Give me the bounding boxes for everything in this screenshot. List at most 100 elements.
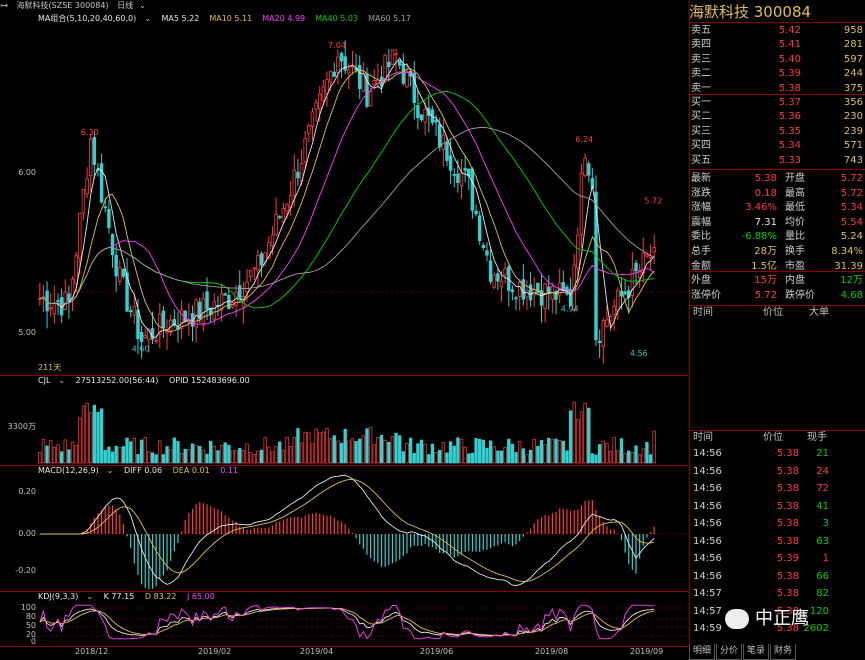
volume-bar <box>430 443 435 464</box>
kdj-chart[interactable] <box>0 591 688 646</box>
volume-bar <box>612 437 616 464</box>
macd-panel[interactable]: MACD(12,26,9) ⌄ DIFF 0.06 DEA 0.01 0.11 0… <box>0 465 688 592</box>
tab-price[interactable]: 分价 <box>716 644 743 660</box>
volume-bar <box>161 454 166 464</box>
volume-bar <box>368 427 373 464</box>
tick-row[interactable]: 14:56 5.38 41 <box>689 498 865 515</box>
candle <box>85 167 89 198</box>
k-line <box>39 607 655 637</box>
tick-row[interactable]: 14:56 5.38 21 <box>689 445 865 462</box>
candle <box>514 295 518 311</box>
volume-bar <box>347 440 351 464</box>
tick-time: 14:59 <box>693 623 722 634</box>
volume-bar <box>103 450 107 464</box>
volume-bar <box>510 443 515 464</box>
volume-bar <box>456 437 460 464</box>
candle <box>485 242 489 262</box>
tick-row[interactable]: 14:56 5.39 1 <box>689 550 865 567</box>
volume-bar <box>492 446 496 464</box>
volume-bar <box>110 451 115 464</box>
volume-bar <box>259 449 264 464</box>
x-tick: 2019/02 <box>198 647 232 656</box>
kdj-panel[interactable]: KDJ(9,3,3) ⌄ K 77.15 D 83.22 J 65.00 100 … <box>0 591 688 647</box>
volume-bar <box>278 441 282 464</box>
candle <box>634 259 638 285</box>
quote-label: 跌停价 <box>785 289 815 301</box>
candle <box>394 48 398 73</box>
volume-bar <box>619 438 624 464</box>
bid-level: 买五 <box>691 154 711 166</box>
volume-bar <box>176 441 180 464</box>
candle <box>503 261 507 284</box>
x-tick: 2019/06 <box>420 647 454 656</box>
volume-bar <box>219 444 224 464</box>
volume-bar <box>405 443 409 464</box>
tick-row[interactable]: 14:56 5.38 72 <box>689 480 865 497</box>
candle <box>336 49 340 85</box>
volume-bar <box>248 452 253 464</box>
volume-bar <box>528 449 533 464</box>
dea-line <box>39 479 655 582</box>
candle <box>652 234 656 265</box>
volume-bar <box>263 437 267 464</box>
tick-row[interactable]: 14:56 5.38 3 <box>689 515 865 532</box>
candle <box>397 60 402 70</box>
volume-bar <box>583 402 587 464</box>
volume-bar <box>423 443 427 464</box>
volume-bar <box>169 449 173 464</box>
tab-record[interactable]: 笔录 <box>743 644 770 660</box>
volume-bar <box>252 454 256 464</box>
candle <box>470 167 475 219</box>
candle <box>45 281 49 329</box>
volume-bar <box>365 428 369 464</box>
volume-bar <box>336 440 340 464</box>
tick-row[interactable]: 14:57 5.38 82 <box>689 585 865 602</box>
candle <box>648 244 653 270</box>
volume-panel[interactable]: CJL ⌄ 27513252.00(56:44) OPID 152483696.0… <box>0 375 688 466</box>
candle <box>496 268 500 290</box>
volume-bars[interactable] <box>0 375 688 465</box>
tick-volume: 66 <box>816 570 829 582</box>
bid-price: 5.33 <box>778 154 801 166</box>
volume-bar <box>150 452 155 464</box>
period-selector[interactable]: 日线 ⌄ <box>117 1 152 10</box>
tick-volume: 82 <box>816 588 829 599</box>
bigorder-col-price: 价位 <box>763 307 783 318</box>
candle <box>597 329 602 359</box>
tab-finance[interactable]: 财务 <box>770 644 797 660</box>
candle <box>488 248 493 285</box>
volume-bar <box>187 449 191 464</box>
candle <box>205 277 209 320</box>
candle <box>143 328 147 339</box>
tick-col-time: 时间 <box>693 432 713 443</box>
tab-detail[interactable]: 明细 <box>689 644 716 660</box>
macd-chart[interactable] <box>0 465 688 591</box>
volume-bar <box>616 450 620 464</box>
volume-bar <box>318 432 322 464</box>
candle <box>412 61 416 120</box>
chain-icon[interactable]: ⊶ <box>0 1 8 10</box>
tick-row[interactable]: 14:56 5.38 24 <box>689 463 865 480</box>
tick-row[interactable]: 14:56 5.38 66 <box>689 568 865 585</box>
candle <box>238 270 242 303</box>
tick-row[interactable]: 14:56 5.38 63 <box>689 533 865 550</box>
volume-bar <box>594 454 598 464</box>
volume-bar <box>394 432 398 464</box>
candle <box>234 284 238 318</box>
candle <box>223 292 227 296</box>
candle <box>252 266 257 281</box>
volume-bar <box>321 431 326 464</box>
volume-bar <box>238 447 242 464</box>
volume-bar <box>590 453 595 464</box>
tick-col-vol: 现手 <box>807 432 827 443</box>
date-axis: 2018/12 2019/02 2019/04 2019/06 2019/08 … <box>0 646 688 659</box>
candle <box>463 155 467 183</box>
volume-bar <box>339 442 344 464</box>
price-chart-panel[interactable]: MA组合(5,10,20,40,60,0) ⌄ MA5 5.22 MA10 5.11… <box>0 12 688 376</box>
candlestick-chart[interactable]: 6.30 4.60 7.04 4.94 6.24 4.56 5.72 <box>0 12 688 375</box>
tick-volume: 24 <box>816 465 829 477</box>
candle <box>481 242 486 251</box>
volume-bar <box>376 437 380 464</box>
volume-bar <box>52 447 57 464</box>
tick-time: 14:57 <box>693 605 722 617</box>
